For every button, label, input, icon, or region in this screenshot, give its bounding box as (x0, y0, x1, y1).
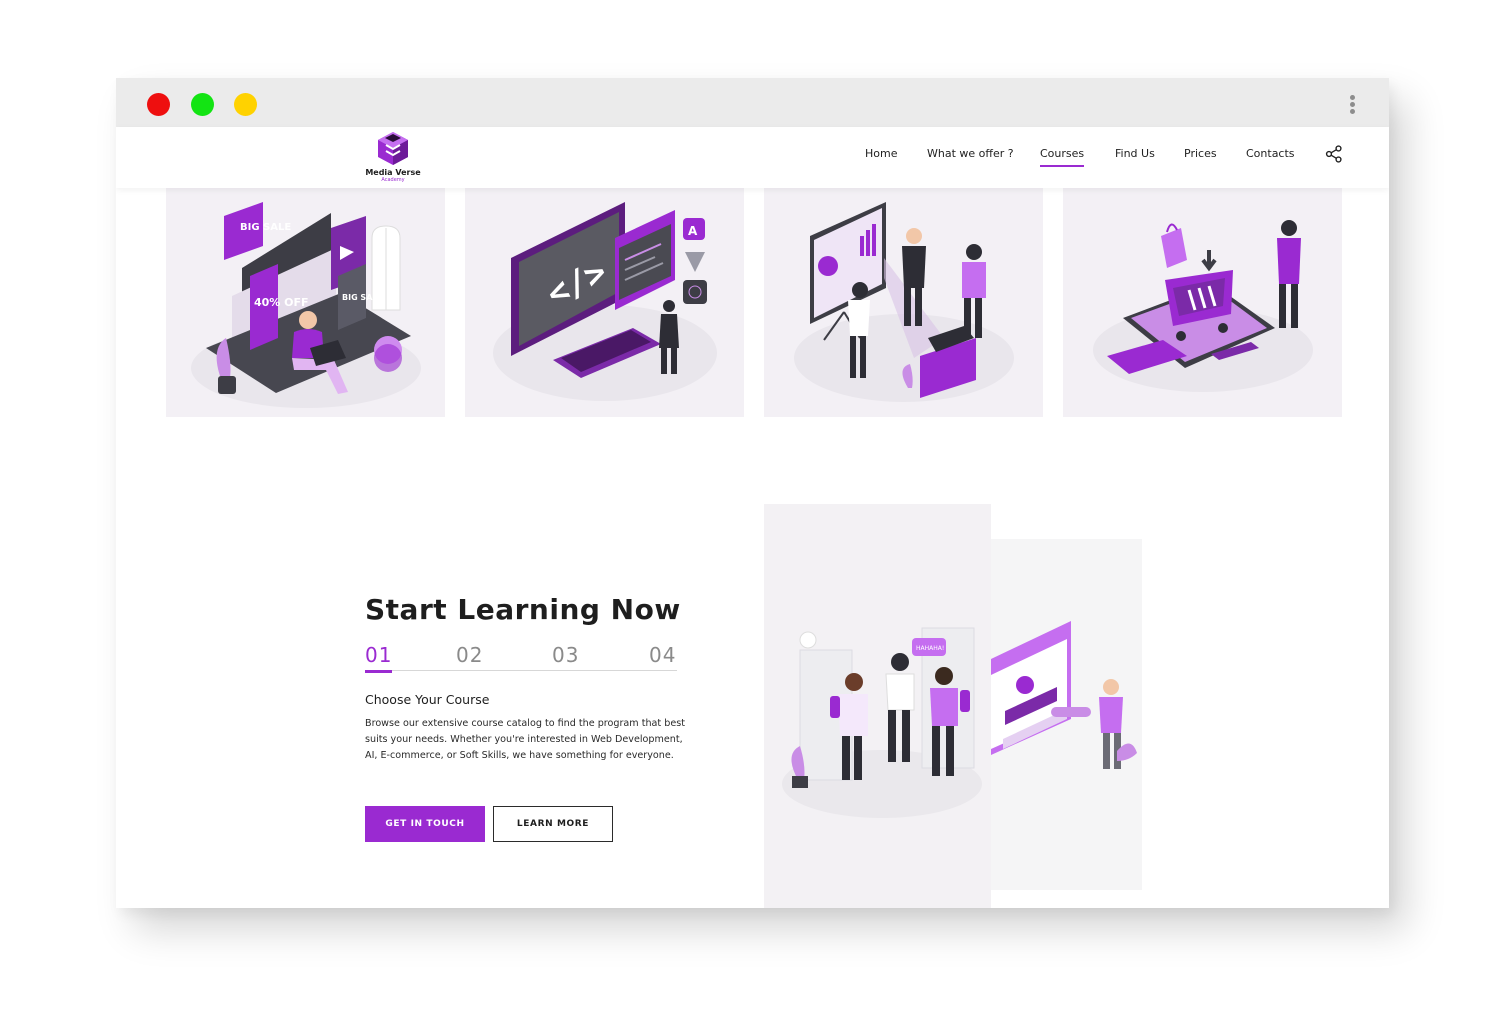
course-tile-ecommerce[interactable] (1063, 188, 1342, 417)
students-chatting-illustration: HAHAHA! (782, 627, 982, 818)
login-key-illustration (991, 621, 1137, 769)
ecommerce-shopping-cart-illustration (1093, 220, 1313, 392)
step-tab-03[interactable]: 03 (552, 643, 579, 667)
course-tile-presentation[interactable] (764, 188, 1043, 417)
learning-title: Start Learning Now (365, 593, 681, 626)
big-sale-badge-2: BIG SALE (342, 293, 383, 302)
minimize-window-button[interactable] (234, 93, 257, 116)
nav-prices[interactable]: Prices (1184, 147, 1217, 160)
browser-window: Media Verse Academy Home What we offer ?… (116, 78, 1389, 908)
window-titlebar (116, 78, 1389, 127)
step-heading: Choose Your Course (365, 692, 490, 707)
brand-name: Media Verse (365, 168, 421, 177)
step-tab-02[interactable]: 02 (456, 643, 483, 667)
more-options-icon[interactable] (1344, 95, 1360, 119)
site-navbar: Media Verse Academy Home What we offer ?… (116, 127, 1389, 188)
digital-marketing-laptop-illustration: BIG SALE 40% OFF BIG SALE (191, 202, 421, 408)
course-tile-digital-marketing[interactable]: BIG SALE 40% OFF BIG SALE (166, 188, 445, 417)
step-tab-01[interactable]: 01 (365, 643, 393, 673)
step-tab-04[interactable]: 04 (649, 643, 676, 667)
brand-logo[interactable]: Media Verse Academy (362, 130, 424, 186)
step-description: Browse our extensive course catalog to f… (365, 718, 685, 761)
logo-cube-icon (378, 132, 408, 165)
angular-badge: A (688, 224, 698, 238)
course-tile-web-development[interactable]: </> A (465, 188, 744, 417)
web-development-monitor-illustration: </> A (493, 202, 717, 401)
nav-courses[interactable]: Courses (1040, 147, 1085, 167)
nav-contacts[interactable]: Contacts (1246, 147, 1295, 160)
close-window-button[interactable] (147, 93, 170, 116)
get-in-touch-button[interactable]: GET IN TOUCH (365, 806, 485, 842)
step-tabs: 01 02 03 04 (365, 643, 677, 673)
login-panel (991, 539, 1142, 890)
nav-home[interactable]: Home (865, 147, 897, 160)
speech-bubble: HAHAHA! (916, 645, 944, 652)
maximize-window-button[interactable] (191, 93, 214, 116)
nav-what-we-offer[interactable]: What we offer ? (927, 147, 1014, 160)
nav-find-us[interactable]: Find Us (1115, 147, 1155, 160)
learn-more-button[interactable]: LEARN MORE (493, 806, 613, 842)
students-panel: HAHAHA! (764, 504, 991, 908)
presentation-meeting-illustration (794, 202, 1014, 402)
big-sale-badge: BIG SALE (240, 222, 291, 233)
brand-subtitle: Academy (381, 177, 405, 183)
discount-badge: 40% OFF (254, 296, 309, 309)
share-icon[interactable] (1325, 145, 1343, 163)
